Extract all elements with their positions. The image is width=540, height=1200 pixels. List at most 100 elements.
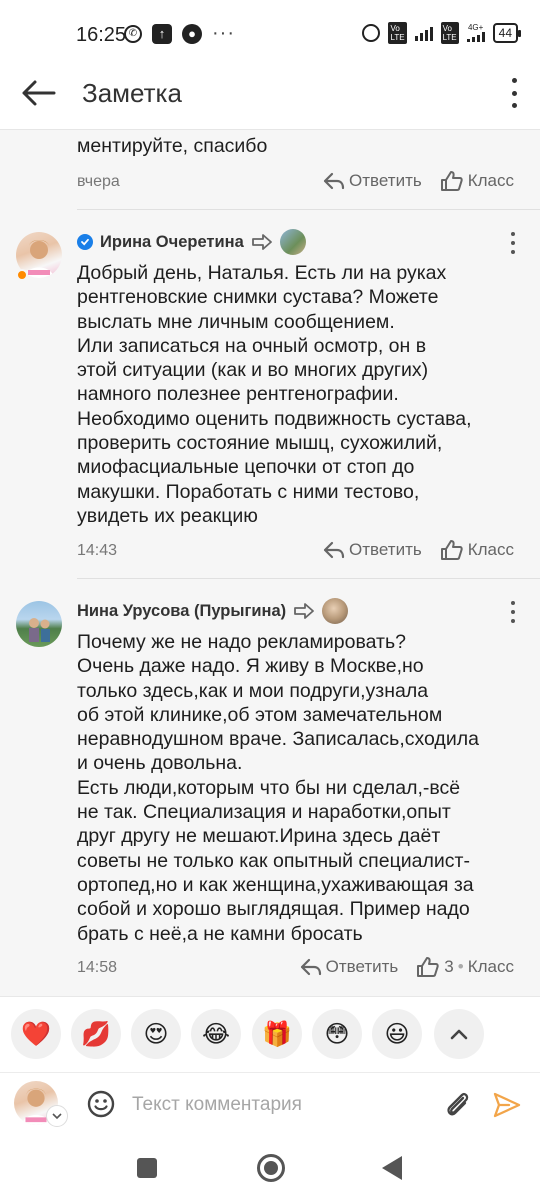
comment-text-line: Или записаться на очный осмотр, он в <box>77 334 427 357</box>
page-title: Заметка <box>82 78 182 108</box>
comment-text-line: Добрый день, Наталья. Есть ли на руках <box>77 262 447 284</box>
recents-button[interactable] <box>137 1158 157 1178</box>
avatar[interactable] <box>16 601 62 647</box>
comment-text-line: советы не только как опытный специалист- <box>77 849 470 872</box>
like-label: Класс <box>467 171 514 190</box>
online-status-dot <box>16 269 28 281</box>
app-bar: Заметка <box>0 64 540 130</box>
reply-label: Ответить <box>325 957 399 976</box>
comment-more-icon[interactable] <box>510 601 516 623</box>
thumbs-up-icon <box>417 957 439 977</box>
status-time: 16:25 <box>76 24 127 46</box>
more-vertical-icon[interactable] <box>510 78 518 108</box>
reply-arrow-icon <box>323 541 345 559</box>
chevron-down-icon[interactable] <box>46 1105 68 1127</box>
comment-text-line: макушки. Поработать с ними тестово, <box>77 480 420 503</box>
like-button[interactable]: Класс <box>440 539 514 561</box>
comment-text-line: проверить состояние мышц, сухожилий, <box>77 432 443 455</box>
comment-text-line: рентгеновские снимки сустава? Можете <box>77 286 439 309</box>
viber-icon: ✆ <box>124 24 142 43</box>
volte-icon-2: Vo LTE <box>440 22 459 44</box>
comment-text-line: не так. Специализация и наработки,опыт <box>77 801 451 824</box>
comment-item: Ирина Очеретина Добрый день, Наталья. Ес… <box>0 210 540 579</box>
comment-text-line: и очень довольна. <box>77 752 243 775</box>
comment-author[interactable]: Ирина Очеретина <box>100 233 244 252</box>
comment-time: 14:58 <box>77 959 118 976</box>
comment-text-line: неравнодушном враче. Записалась,сходила <box>77 728 479 751</box>
reaction-smiley[interactable]: 😃 <box>372 1009 422 1059</box>
comment-author[interactable]: Нина Урусова (Пурыгина) <box>77 602 286 621</box>
reply-to-arrow-icon <box>251 234 272 250</box>
comment-text-line: Есть люди,которым что бы ни сделал,-всё <box>77 776 461 799</box>
arrow-left-icon[interactable] <box>20 78 56 108</box>
reaction-heart[interactable]: ❤️ <box>11 1009 61 1059</box>
app-notification-icon: ● <box>182 23 202 44</box>
reply-to-avatar[interactable] <box>279 229 306 255</box>
like-label: Класс <box>467 540 514 559</box>
volte-icon: Vo LTE <box>388 22 407 44</box>
status-bar: 16:25 ✆ ↑ ● ··· Vo LTE Vo LTE 4G+ 44 <box>0 0 540 64</box>
like-count: 3 <box>444 957 454 976</box>
reply-to-arrow-icon <box>294 603 315 619</box>
comment-input[interactable] <box>132 1091 422 1119</box>
comment-text-line: миофасциальные цепочки от стоп до <box>77 456 415 479</box>
send-icon[interactable] <box>492 1091 522 1119</box>
like-button[interactable]: Класс <box>440 170 514 192</box>
back-button[interactable] <box>382 1156 402 1180</box>
reply-arrow-icon <box>300 958 321 976</box>
comment-text-line: Необходимо оценить подвижность сустава, <box>77 407 472 430</box>
comment-more-icon[interactable] <box>510 232 516 254</box>
comment-text-line: брать с неё,а не камни бросать <box>77 922 363 945</box>
comment-item: Нина Урусова (Пурыгина) Почему же не над… <box>0 579 540 996</box>
comment-text-line: только здесь,как и мои подруги,узнала <box>77 679 429 702</box>
reaction-heart-eyes[interactable]: 😍 <box>131 1009 181 1059</box>
reply-button[interactable]: Ответить <box>323 540 422 560</box>
reaction-heart-icon: ❤️ <box>21 1020 51 1048</box>
comment-actions: Ответить Класс <box>323 539 514 561</box>
reaction-laughing-icon: 😂 <box>201 1020 231 1048</box>
comment-header: Нина Урусова (Пурыгина) <box>77 598 349 624</box>
comment-composer <box>0 1072 540 1136</box>
reply-label: Ответить <box>349 171 422 190</box>
system-navigation-bar <box>0 1136 540 1200</box>
expand-reactions-button[interactable] <box>434 1009 484 1059</box>
home-button[interactable] <box>257 1154 285 1182</box>
network-label: 4G+ <box>467 23 484 32</box>
comment-text-line: увидеть их реакцию <box>77 504 258 527</box>
status-notification-icons: ✆ ↑ ● ··· <box>124 22 235 45</box>
like-button[interactable]: 3 • Класс <box>416 956 514 978</box>
status-right-icons: Vo LTE Vo LTE 4G+ 44 <box>362 22 522 44</box>
reply-label: Ответить <box>349 540 422 559</box>
reaction-kiss[interactable]: 💋 <box>71 1009 121 1059</box>
battery-level: 44 <box>498 26 512 40</box>
comment-text-line: Очень даже надо. Я живу в Москве,но <box>77 655 424 678</box>
reply-button[interactable]: Ответить <box>300 957 399 977</box>
reaction-flushed[interactable]: 😳 <box>312 1009 362 1059</box>
comment-text: ментируйте, спасибо <box>77 130 517 158</box>
reaction-laughing[interactable]: 😂 <box>191 1009 241 1059</box>
paperclip-icon[interactable] <box>442 1089 472 1121</box>
reply-to-avatar[interactable] <box>322 598 349 624</box>
comments-list[interactable]: ментируйте, спасибо вчера Ответить Класс <box>0 130 540 996</box>
reply-button[interactable]: Ответить <box>323 171 422 191</box>
signal-icon-2 <box>466 32 485 42</box>
like-separator: • <box>457 957 464 976</box>
reactions-bar: ❤️ 💋 😍 😂 🎁 😳 😃 <box>0 996 540 1072</box>
chevron-up-icon <box>450 1029 468 1040</box>
smile-icon[interactable] <box>86 1089 116 1119</box>
reaction-heart-eyes-icon: 😍 <box>143 1020 169 1048</box>
comment-text: Добрый день, Наталья. Есть ли на руках р… <box>77 261 517 528</box>
comment-actions: Ответить 3 • Класс <box>300 956 514 978</box>
battery-icon: 44 <box>492 23 522 43</box>
reaction-smiley-icon: 😃 <box>384 1020 410 1048</box>
reaction-gift[interactable]: 🎁 <box>252 1009 302 1059</box>
comment-time: вчера <box>77 173 120 190</box>
comment-text-line: друг другу не мешают.Ирина здесь даёт <box>77 825 441 848</box>
comment-time: 14:43 <box>77 542 118 559</box>
reaction-gift-icon: 🎁 <box>262 1020 292 1048</box>
thumbs-up-icon <box>440 171 463 191</box>
comment-text: Почему же не надо рекламировать? Очень д… <box>77 630 517 946</box>
more-notifications-icon: ··· <box>212 22 235 44</box>
network-indicator: 4G+ <box>466 23 485 42</box>
comment-text-line: этой ситуации (как и во многих других) <box>77 359 429 382</box>
